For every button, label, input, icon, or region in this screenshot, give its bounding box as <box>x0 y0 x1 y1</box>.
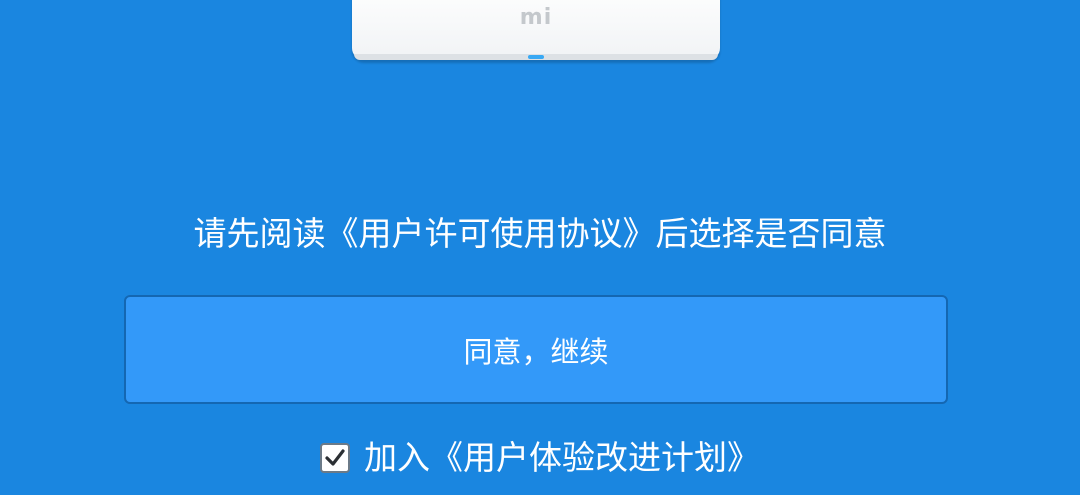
router-body: mi <box>352 0 720 60</box>
router-icon: mi <box>352 0 720 62</box>
license-notice: 请先阅读《用户许可使用协议》后选择是否同意 <box>193 214 887 253</box>
agree-continue-button[interactable]: 同意，继续 <box>124 295 948 404</box>
ux-program-row[interactable]: 加入《用户体验改进计划》 <box>0 436 1080 480</box>
checkmark-icon <box>325 449 345 466</box>
ux-program-checkbox[interactable] <box>320 443 350 473</box>
router-led <box>528 55 544 59</box>
router-logo: mi <box>519 5 553 30</box>
ux-program-label[interactable]: 加入《用户体验改进计划》 <box>364 436 760 480</box>
agree-continue-label: 同意，继续 <box>463 334 609 369</box>
